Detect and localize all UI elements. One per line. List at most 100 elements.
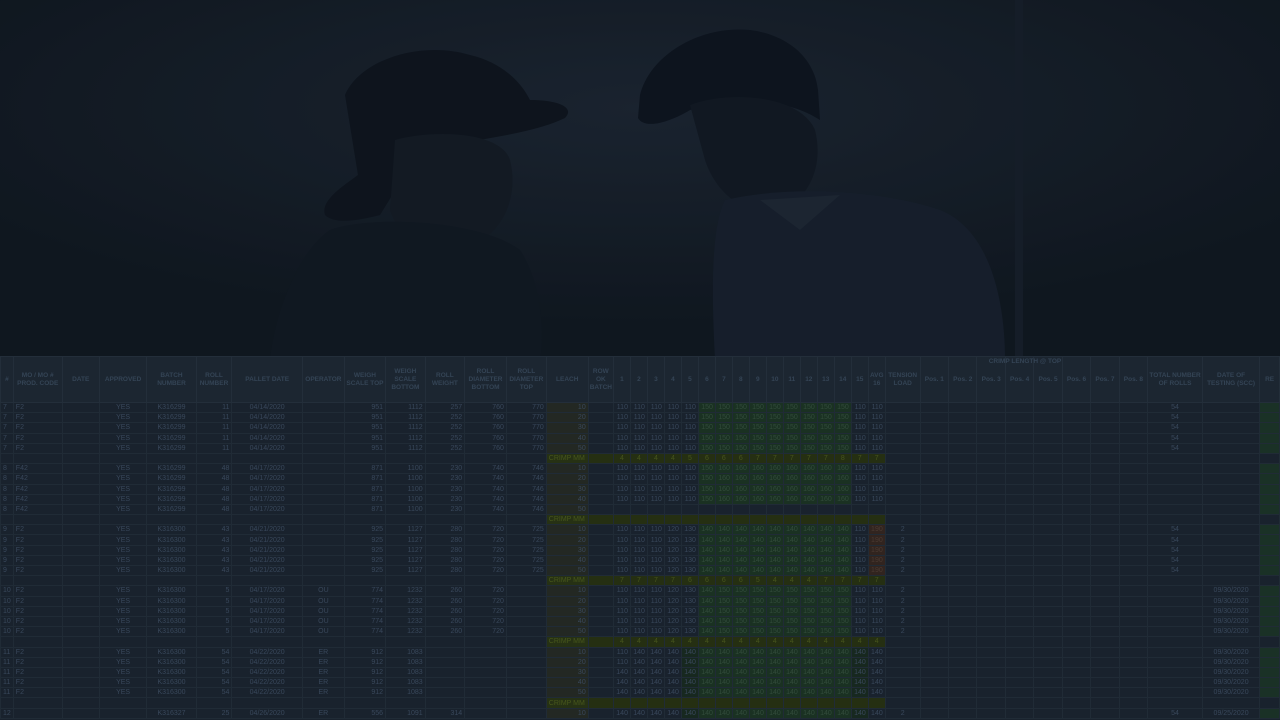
approved-cell[interactable]: YES: [98, 605, 148, 617]
empty-cell[interactable]: [1004, 626, 1035, 638]
edge-cell[interactable]: [1259, 615, 1280, 628]
edge-cell[interactable]: [1259, 687, 1280, 699]
value-cell[interactable]: 150: [799, 595, 818, 607]
empty-cell[interactable]: [1033, 595, 1063, 607]
crimp-value-cell[interactable]: [731, 514, 750, 526]
value-cell[interactable]: 150: [748, 442, 767, 454]
empty-cell[interactable]: [1090, 615, 1120, 628]
empty-cell[interactable]: [464, 697, 507, 709]
value-cell[interactable]: 110: [850, 442, 869, 454]
crimp-value-cell[interactable]: 7: [765, 452, 784, 465]
value-cell[interactable]: 150: [782, 585, 801, 597]
value-cell[interactable]: 150: [799, 401, 818, 414]
mo-cell[interactable]: F2: [12, 564, 63, 577]
row-index-cell[interactable]: 9: [0, 534, 14, 546]
value-cell[interactable]: 140: [782, 554, 801, 567]
value-cell[interactable]: 160: [748, 463, 767, 475]
empty-cell[interactable]: [919, 452, 950, 465]
leach-cell[interactable]: 50: [545, 442, 589, 454]
pallet-date-cell[interactable]: 04/17/2020: [231, 615, 303, 628]
value-cell[interactable]: 140: [629, 707, 648, 719]
empty-cell[interactable]: [195, 697, 233, 709]
value-cell[interactable]: 160: [714, 483, 733, 495]
weigh-top-cell[interactable]: 951: [343, 401, 387, 414]
value-cell[interactable]: 140: [850, 646, 869, 658]
value-cell[interactable]: 150: [765, 401, 784, 414]
value-cell[interactable]: 110: [612, 656, 631, 668]
approved-cell[interactable]: YES: [98, 666, 148, 679]
empty-cell[interactable]: [0, 514, 14, 526]
roll-weight-cell[interactable]: 280: [424, 564, 466, 577]
weigh-top-cell[interactable]: 925: [343, 564, 387, 577]
total-rolls-cell[interactable]: [1147, 595, 1203, 607]
empty-cell[interactable]: [919, 585, 950, 597]
value-cell[interactable]: 140: [833, 544, 852, 556]
value-cell[interactable]: 110: [612, 626, 631, 638]
empty-cell[interactable]: [587, 544, 614, 556]
mo-cell[interactable]: F42: [12, 463, 63, 475]
header-p14[interactable]: 14: [833, 356, 852, 403]
empty-cell[interactable]: [919, 605, 950, 617]
total-rolls-cell[interactable]: [1147, 666, 1203, 679]
value-cell[interactable]: 140: [765, 666, 784, 679]
value-cell[interactable]: 150: [799, 605, 818, 617]
empty-cell[interactable]: [976, 534, 1006, 546]
crimp-value-cell[interactable]: 7: [816, 575, 835, 587]
tension-cell[interactable]: 2: [884, 595, 921, 607]
empty-cell[interactable]: [1004, 687, 1035, 699]
value-cell[interactable]: 140: [833, 666, 852, 679]
roll-cell[interactable]: 48: [195, 503, 233, 516]
empty-cell[interactable]: [1090, 432, 1120, 444]
value-cell[interactable]: 110: [612, 595, 631, 607]
empty-cell[interactable]: [919, 554, 950, 567]
value-cell[interactable]: 110: [612, 401, 631, 414]
empty-cell[interactable]: [919, 626, 950, 638]
value-cell[interactable]: 140: [833, 656, 852, 668]
value-cell[interactable]: 150: [833, 595, 852, 607]
empty-cell[interactable]: [976, 412, 1006, 424]
value-cell[interactable]: 110: [850, 554, 869, 567]
batch-cell[interactable]: K316299: [146, 473, 197, 485]
header-p16[interactable]: AVG 16: [867, 356, 886, 403]
value-cell[interactable]: 110: [867, 585, 886, 597]
empty-cell[interactable]: [948, 534, 978, 546]
empty-cell[interactable]: [587, 626, 614, 638]
row-index-cell[interactable]: 10: [0, 605, 14, 617]
empty-cell[interactable]: [385, 452, 426, 465]
empty-cell[interactable]: [948, 401, 978, 414]
weigh-bottom-cell[interactable]: 1127: [385, 524, 426, 536]
weigh-bottom-cell[interactable]: 1232: [385, 605, 426, 617]
value-cell[interactable]: 160: [799, 483, 818, 495]
value-cell[interactable]: 150: [748, 605, 767, 617]
diameter-bottom-cell[interactable]: 740: [464, 483, 507, 495]
value-cell[interactable]: 140: [646, 656, 665, 668]
empty-cell[interactable]: [919, 707, 950, 719]
value-cell[interactable]: 110: [646, 401, 665, 414]
value-cell[interactable]: 140: [765, 544, 784, 556]
batch-cell[interactable]: K316300: [146, 534, 197, 546]
value-cell[interactable]: 110: [850, 401, 869, 414]
pallet-date-cell[interactable]: 04/21/2020: [231, 524, 303, 536]
value-cell[interactable]: 150: [731, 442, 750, 454]
empty-cell[interactable]: [919, 401, 950, 414]
value-cell[interactable]: 150: [714, 615, 733, 628]
date-tested-cell[interactable]: 09/30/2020: [1201, 656, 1261, 668]
mo-cell[interactable]: F2: [12, 677, 63, 689]
roll-cell[interactable]: 54: [195, 656, 233, 668]
empty-cell[interactable]: [976, 442, 1006, 454]
date-cell[interactable]: [61, 605, 100, 617]
value-cell[interactable]: 150: [765, 422, 784, 434]
roll-cell[interactable]: 11: [195, 412, 233, 424]
empty-cell[interactable]: [1118, 564, 1149, 577]
roll-weight-cell[interactable]: [424, 666, 466, 679]
empty-cell[interactable]: [0, 452, 14, 465]
date-cell[interactable]: [61, 493, 100, 505]
crimp-value-cell[interactable]: [629, 514, 648, 526]
weigh-top-cell[interactable]: 925: [343, 524, 387, 536]
value-cell[interactable]: 150: [799, 615, 818, 628]
value-cell[interactable]: 140: [714, 666, 733, 679]
date-cell[interactable]: [61, 656, 100, 668]
value-cell[interactable]: 140: [714, 646, 733, 658]
value-cell[interactable]: 110: [612, 483, 631, 495]
value-cell[interactable]: 110: [629, 463, 648, 475]
